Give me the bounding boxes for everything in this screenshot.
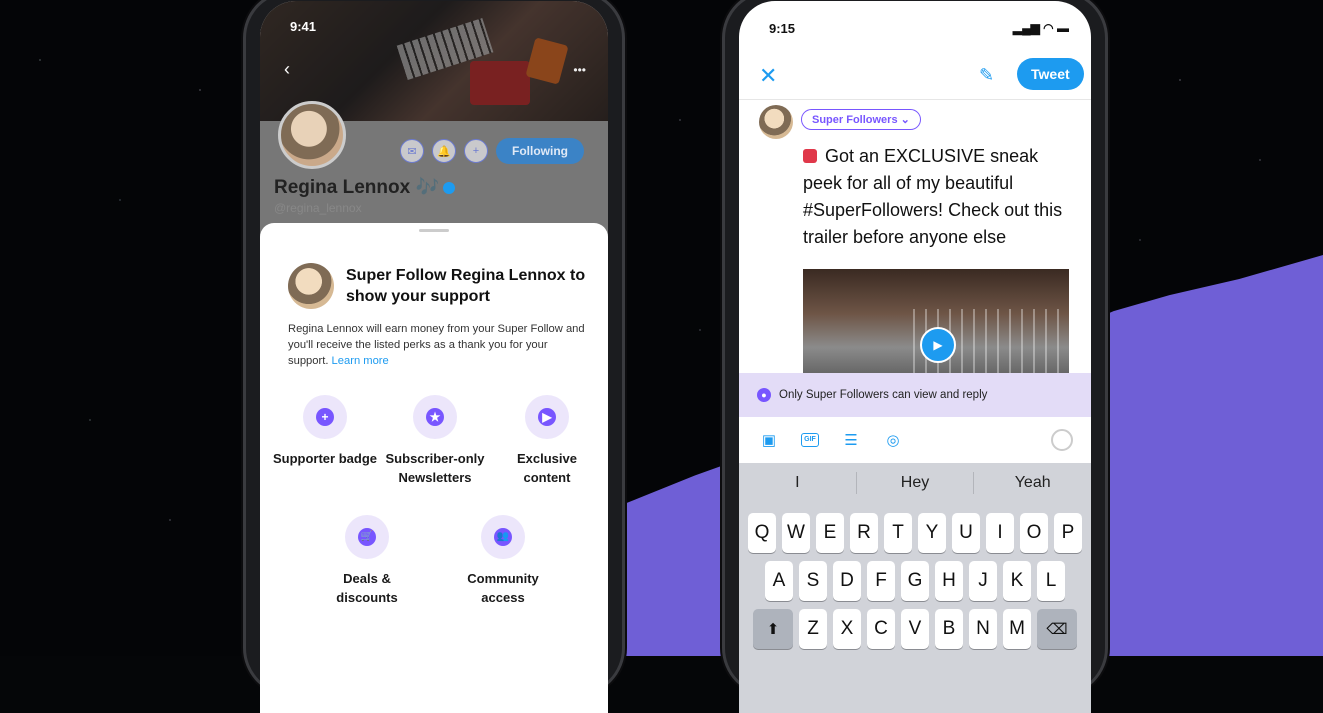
super-follow-icon: ● bbox=[757, 388, 771, 402]
perk-newsletters: ★ Subscriber-only Newsletters bbox=[380, 395, 490, 487]
compose-toolbar: ▣ GIF ☰ ◎ bbox=[739, 419, 1091, 461]
key-f[interactable]: F bbox=[867, 561, 895, 601]
sheet-avatar bbox=[288, 263, 334, 309]
more-icon[interactable]: ••• bbox=[573, 63, 586, 77]
profile-name: Regina Lennox 🎶 bbox=[274, 175, 456, 199]
profile-handle: @regina_lennox bbox=[274, 201, 362, 215]
cart-icon: 🛒 bbox=[345, 515, 389, 559]
tweet-text[interactable]: Got an EXCLUSIVE sneak peek for all of m… bbox=[803, 143, 1073, 251]
close-icon[interactable]: ✕ bbox=[759, 63, 777, 89]
play-icon: ▶ bbox=[525, 395, 569, 439]
perk-community: 👥 Community access bbox=[448, 515, 558, 607]
key-w[interactable]: W bbox=[782, 513, 810, 553]
audience-selector[interactable]: Super Followers ⌄ bbox=[801, 109, 921, 130]
key-j[interactable]: J bbox=[969, 561, 997, 601]
shift-icon[interactable]: ⬆ bbox=[753, 609, 793, 649]
key-q[interactable]: Q bbox=[748, 513, 776, 553]
sheet-grabber[interactable] bbox=[419, 229, 449, 232]
location-icon[interactable]: ◎ bbox=[883, 431, 903, 449]
following-button[interactable]: Following bbox=[496, 138, 584, 164]
thread-icon[interactable]: ✎ bbox=[979, 65, 994, 86]
play-icon[interactable]: ▶ bbox=[920, 327, 956, 363]
key-c[interactable]: C bbox=[867, 609, 895, 649]
video-attachment[interactable]: ▶ bbox=[803, 269, 1069, 381]
sheet-title: Super Follow Regina Lennox to show your … bbox=[346, 267, 586, 305]
perk-supporter-badge: + Supporter badge bbox=[270, 395, 380, 468]
key-s[interactable]: S bbox=[799, 561, 827, 601]
supporter-badge-icon: + bbox=[303, 395, 347, 439]
super-follow-sheet: Super Follow Regina Lennox to show your … bbox=[260, 223, 608, 713]
author-avatar bbox=[759, 105, 793, 139]
profile-actions: ✉ 🔔 + Following bbox=[400, 138, 584, 164]
suggestion-item[interactable]: Yeah bbox=[974, 474, 1091, 492]
key-r[interactable]: R bbox=[850, 513, 878, 553]
right-phone: 9:15 ▂▄▆ ◠ ▬ ✕ ✎ Tweet Super Followers ⌄… bbox=[722, 0, 1108, 713]
status-icons: ▂▄▆ ◠ ▬ bbox=[1012, 21, 1069, 35]
right-phone-screen: 9:15 ▂▄▆ ◠ ▬ ✕ ✎ Tweet Super Followers ⌄… bbox=[739, 1, 1091, 713]
key-d[interactable]: D bbox=[833, 561, 861, 601]
profile-avatar bbox=[278, 101, 346, 169]
gif-icon[interactable]: GIF bbox=[801, 433, 819, 447]
key-g[interactable]: G bbox=[901, 561, 929, 601]
newsletter-icon: ★ bbox=[413, 395, 457, 439]
key-i[interactable]: I bbox=[986, 513, 1014, 553]
key-l[interactable]: L bbox=[1037, 561, 1065, 601]
suggestion-bar: I Hey Yeah bbox=[739, 463, 1091, 503]
keyboard: I Hey Yeah QWERTYUIOP ASDFGHJKL ⬆ Z X C V B N M… bbox=[739, 463, 1091, 713]
image-icon[interactable]: ▣ bbox=[759, 431, 779, 449]
key-u[interactable]: U bbox=[952, 513, 980, 553]
bell-icon[interactable]: 🔔 bbox=[432, 139, 456, 163]
community-icon: 👥 bbox=[481, 515, 525, 559]
char-count-ring bbox=[1051, 429, 1073, 451]
perk-exclusive-content: ▶ Exclusive content bbox=[492, 395, 602, 487]
tweet-button[interactable]: Tweet bbox=[1017, 58, 1084, 90]
status-time: 9:41 bbox=[290, 19, 317, 34]
mail-icon[interactable]: ✉ bbox=[400, 139, 424, 163]
key-h[interactable]: H bbox=[935, 561, 963, 601]
plus-icon[interactable]: + bbox=[464, 139, 488, 163]
verified-icon bbox=[443, 181, 456, 194]
key-y[interactable]: Y bbox=[918, 513, 946, 553]
key-v[interactable]: V bbox=[901, 609, 929, 649]
compose-topbar: ✕ ✎ Tweet bbox=[739, 53, 1091, 97]
keyboard-row-1: QWERTYUIOP bbox=[739, 513, 1091, 553]
keyboard-row-2: ASDFGHJKL bbox=[739, 561, 1091, 601]
learn-more-link[interactable]: Learn more bbox=[332, 355, 389, 367]
back-icon[interactable]: ‹ bbox=[284, 59, 290, 80]
poll-icon[interactable]: ☰ bbox=[841, 431, 861, 449]
key-z[interactable]: Z bbox=[799, 609, 827, 649]
keyboard-row-3: ⬆ Z X C V B N M ⌫ bbox=[739, 609, 1091, 649]
key-p[interactable]: P bbox=[1054, 513, 1082, 553]
sheet-description: Regina Lennox will earn money from your … bbox=[288, 323, 585, 367]
suggestion-item[interactable]: Hey bbox=[857, 474, 974, 492]
key-a[interactable]: A bbox=[765, 561, 793, 601]
badge-emoji-icon bbox=[803, 149, 817, 163]
key-k[interactable]: K bbox=[1003, 561, 1031, 601]
divider bbox=[739, 99, 1091, 100]
key-n[interactable]: N bbox=[969, 609, 997, 649]
delete-icon[interactable]: ⌫ bbox=[1037, 609, 1077, 649]
left-phone: 9:41 ‹ ••• ✉ 🔔 + Following Regina Lennox… bbox=[243, 0, 625, 713]
key-b[interactable]: B bbox=[935, 609, 963, 649]
key-o[interactable]: O bbox=[1020, 513, 1048, 553]
key-e[interactable]: E bbox=[816, 513, 844, 553]
suggestion-item[interactable]: I bbox=[739, 474, 856, 492]
left-phone-screen: 9:41 ‹ ••• ✉ 🔔 + Following Regina Lennox… bbox=[260, 1, 608, 713]
key-t[interactable]: T bbox=[884, 513, 912, 553]
reply-restriction-notice: ● Only Super Followers can view and repl… bbox=[739, 373, 1091, 417]
perk-deals: 🛒 Deals & discounts bbox=[312, 515, 422, 607]
key-x[interactable]: X bbox=[833, 609, 861, 649]
status-time: 9:15 bbox=[769, 21, 796, 36]
key-m[interactable]: M bbox=[1003, 609, 1031, 649]
